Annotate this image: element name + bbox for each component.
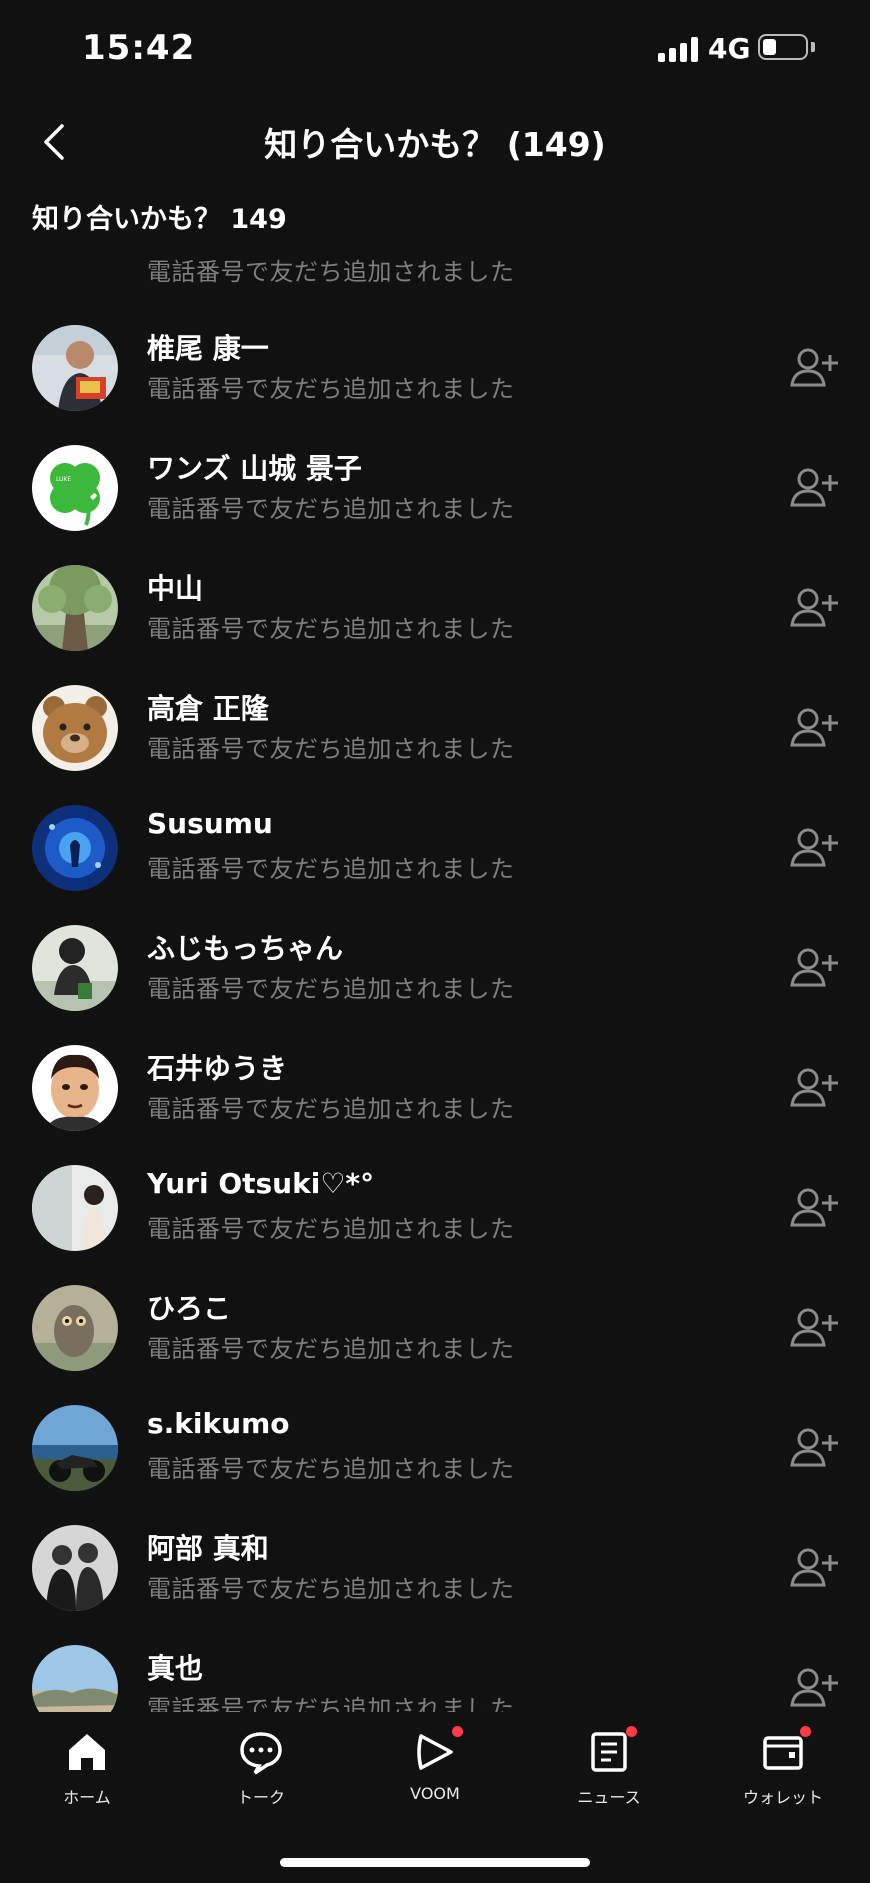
avatar [32, 1165, 118, 1251]
add-friend-button[interactable] [790, 1425, 838, 1469]
list-item[interactable]: Yuri Otsuki♡*° 電話番号で友だち追加されました [0, 1165, 870, 1285]
list-item[interactable]: 石井ゆうき 電話番号で友だち追加されました [0, 1045, 870, 1165]
tab-home[interactable]: ホーム [27, 1728, 147, 1808]
contact-subtitle: 電話番号で友だち追加されました [147, 495, 515, 523]
list-item[interactable]: 真也 電話番号で友だち追加されました [0, 1645, 870, 1712]
list-item[interactable]: 椎尾 康一 電話番号で友だち追加されました [0, 325, 870, 445]
avatar [32, 805, 118, 891]
tab-label: ホーム [63, 1788, 111, 1807]
contact-name: 阿部 真和 [147, 1532, 269, 1565]
tab-wallet[interactable]: ウォレット [723, 1726, 843, 1808]
contact-subtitle: 電話番号で友だち追加されました [147, 375, 515, 403]
avatar [32, 1045, 118, 1131]
contact-subtitle: 電話番号で友だち追加されました [147, 1095, 515, 1123]
list-item[interactable]: Susumu 電話番号で友だち追加されました [0, 805, 870, 925]
wallet-icon [759, 1726, 811, 1776]
add-friend-button[interactable] [790, 705, 838, 749]
contact-subtitle: 電話番号で友だち追加されました [147, 855, 515, 883]
contact-name: 真也 [147, 1652, 204, 1685]
list-item[interactable]: ふじもっちゃん 電話番号で友だち追加されました [0, 925, 870, 1045]
add-friend-button[interactable] [790, 585, 838, 629]
tab-news[interactable]: ニュース [549, 1726, 669, 1808]
svg-text:LUKE: LUKE [56, 476, 71, 483]
list-item[interactable]: s.kikumo 電話番号で友だち追加されました [0, 1405, 870, 1525]
contact-name: 石井ゆうき [147, 1052, 288, 1085]
contact-name: ふじもっちゃん [147, 932, 344, 965]
avatar [32, 1285, 118, 1371]
add-friend-button[interactable] [790, 465, 838, 509]
tab-label: トーク [236, 1788, 285, 1807]
bottom-tab-bar: ホーム トーク VOOM ニュース ウォレット [0, 1712, 870, 1883]
nav-header: 知り合いかも？ (149) [0, 100, 870, 184]
list-item[interactable]: 高倉 正隆 電話番号で友だち追加されました [0, 685, 870, 805]
avatar [32, 685, 118, 771]
avatar [32, 1405, 118, 1491]
add-friend-button[interactable] [790, 1185, 838, 1229]
list-item[interactable]: LUKE ワンズ 山城 景子 電話番号で友だち追加されました [0, 445, 870, 565]
notification-badge [452, 1726, 463, 1737]
tab-label: ニュース [577, 1788, 641, 1807]
add-friend-button[interactable] [790, 825, 838, 869]
list-item[interactable]: 阿部 真和 電話番号で友だち追加されました [0, 1525, 870, 1645]
tab-label: VOOM [410, 1784, 460, 1803]
contact-subtitle: 電話番号で友だち追加されました [147, 258, 515, 286]
news-icon [585, 1726, 637, 1776]
contact-subtitle: 電話番号で友だち追加されました [147, 1335, 515, 1363]
home-indicator[interactable] [280, 1858, 590, 1867]
notification-badge [626, 1726, 637, 1737]
add-friend-button[interactable] [790, 1545, 838, 1589]
avatar [32, 1645, 118, 1712]
contact-subtitle: 電話番号で友だち追加されました [147, 1455, 515, 1483]
contact-subtitle: 電話番号で友だち追加されました [147, 1575, 515, 1603]
contact-subtitle: 電話番号で友だち追加されました [147, 615, 515, 643]
avatar [32, 925, 118, 1011]
contact-subtitle: 電話番号で友だち追加されました [147, 975, 515, 1003]
contact-name: 中山 [147, 572, 204, 605]
contact-name: ひろこ [147, 1292, 232, 1325]
add-friend-button[interactable] [790, 945, 838, 989]
home-icon [63, 1728, 111, 1776]
add-friend-button[interactable] [790, 1305, 838, 1349]
avatar [32, 1525, 118, 1611]
page-title: 知り合いかも？ (149) [264, 125, 606, 164]
contact-name: 高倉 正隆 [147, 692, 269, 725]
list-item[interactable]: ひろこ 電話番号で友だち追加されました [0, 1285, 870, 1405]
add-friend-button[interactable] [790, 345, 838, 389]
contact-subtitle: 電話番号で友だち追加されました [147, 1215, 515, 1243]
contact-subtitle: 電話番号で友だち追加されました [147, 1695, 515, 1712]
section-title: 知り合いかも？ 149 [32, 204, 287, 235]
tab-label: ウォレット [742, 1788, 823, 1807]
notification-badge [800, 1726, 811, 1737]
contact-name: 椎尾 康一 [147, 332, 269, 365]
avatar: LUKE [32, 445, 118, 531]
list-item[interactable]: 中山 電話番号で友だち追加されました [0, 565, 870, 685]
add-friend-button[interactable] [790, 1665, 838, 1709]
chat-icon [237, 1728, 285, 1776]
voom-icon [411, 1726, 463, 1776]
tab-voom[interactable]: VOOM [375, 1726, 495, 1808]
add-friend-button[interactable] [790, 1065, 838, 1109]
tab-talk[interactable]: トーク [201, 1728, 321, 1808]
contact-name: Yuri Otsuki♡*° [147, 1167, 375, 1200]
contact-name: s.kikumo [147, 1407, 290, 1440]
avatar [32, 565, 118, 651]
contact-subtitle: 電話番号で友だち追加されました [147, 735, 515, 763]
contact-name: Susumu [147, 807, 273, 840]
avatar [32, 325, 118, 411]
suggested-friends-list[interactable]: 電話番号で友だち追加されました 椎尾 康一 電話番号で友だち追加されました LU… [0, 0, 870, 1712]
contact-name: ワンズ 山城 景子 [147, 452, 362, 485]
